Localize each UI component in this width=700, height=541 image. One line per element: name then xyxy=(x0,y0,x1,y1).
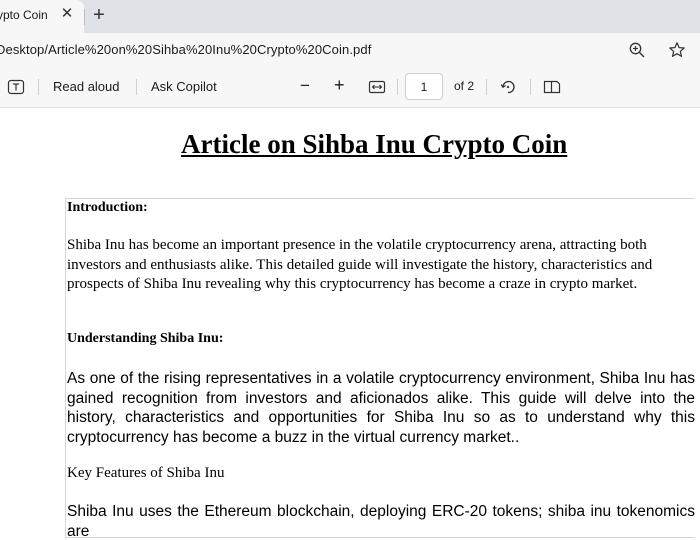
document-title: Article on Sihba Inu Crypto Coin xyxy=(181,129,568,159)
browser-tab[interactable]: ypto Coin ✕ xyxy=(0,0,84,33)
tab-divider xyxy=(84,9,85,25)
zoom-in-button[interactable]: + xyxy=(334,75,345,96)
understanding-paragraph: As one of the rising representatives in … xyxy=(67,370,695,446)
tab-strip: ypto Coin ✕ + xyxy=(0,0,700,33)
new-tab-icon[interactable]: + xyxy=(90,4,108,26)
toolbar-divider xyxy=(136,79,137,95)
pdf-page: Article on Sihba Inu Crypto Coin Introdu… xyxy=(0,108,700,540)
intro-paragraph: Shiba Inu has become an important presen… xyxy=(67,237,653,292)
features-paragraph: Shiba Inu uses the Ethereum blockchain, … xyxy=(67,503,695,540)
toolbar-divider xyxy=(397,79,398,95)
two-page-view-icon[interactable] xyxy=(543,78,561,96)
understanding-heading: Understanding Shiba Inu: xyxy=(67,331,224,346)
zoom-out-button[interactable]: − xyxy=(300,76,310,96)
favorite-star-icon[interactable] xyxy=(668,41,686,59)
address-bar: Desktop/Article%20on%20Sihba%20Inu%20Cry… xyxy=(0,33,700,66)
fit-width-icon[interactable] xyxy=(368,78,386,96)
page-number-input[interactable]: 1 xyxy=(405,73,443,100)
zoom-icon[interactable] xyxy=(628,41,646,59)
intro-heading: Introduction: xyxy=(67,200,148,215)
close-tab-icon[interactable]: ✕ xyxy=(60,6,74,21)
text-select-icon[interactable] xyxy=(7,78,25,96)
page-total-label: of 2 xyxy=(454,79,475,93)
pdf-toolbar: Read aloud Ask Copilot − + 1 of 2 xyxy=(0,66,700,108)
features-heading: Key Features of Shiba Inu xyxy=(67,465,225,481)
rotate-icon[interactable] xyxy=(499,78,517,96)
ask-copilot-button[interactable]: Ask Copilot xyxy=(151,79,217,94)
toolbar-divider xyxy=(486,79,487,95)
url-field[interactable]: Desktop/Article%20on%20Sihba%20Inu%20Cry… xyxy=(0,42,371,57)
read-aloud-button[interactable]: Read aloud xyxy=(53,79,120,94)
tab-title: ypto Coin xyxy=(0,8,48,22)
toolbar-divider xyxy=(38,79,39,95)
toolbar-divider xyxy=(530,79,531,95)
